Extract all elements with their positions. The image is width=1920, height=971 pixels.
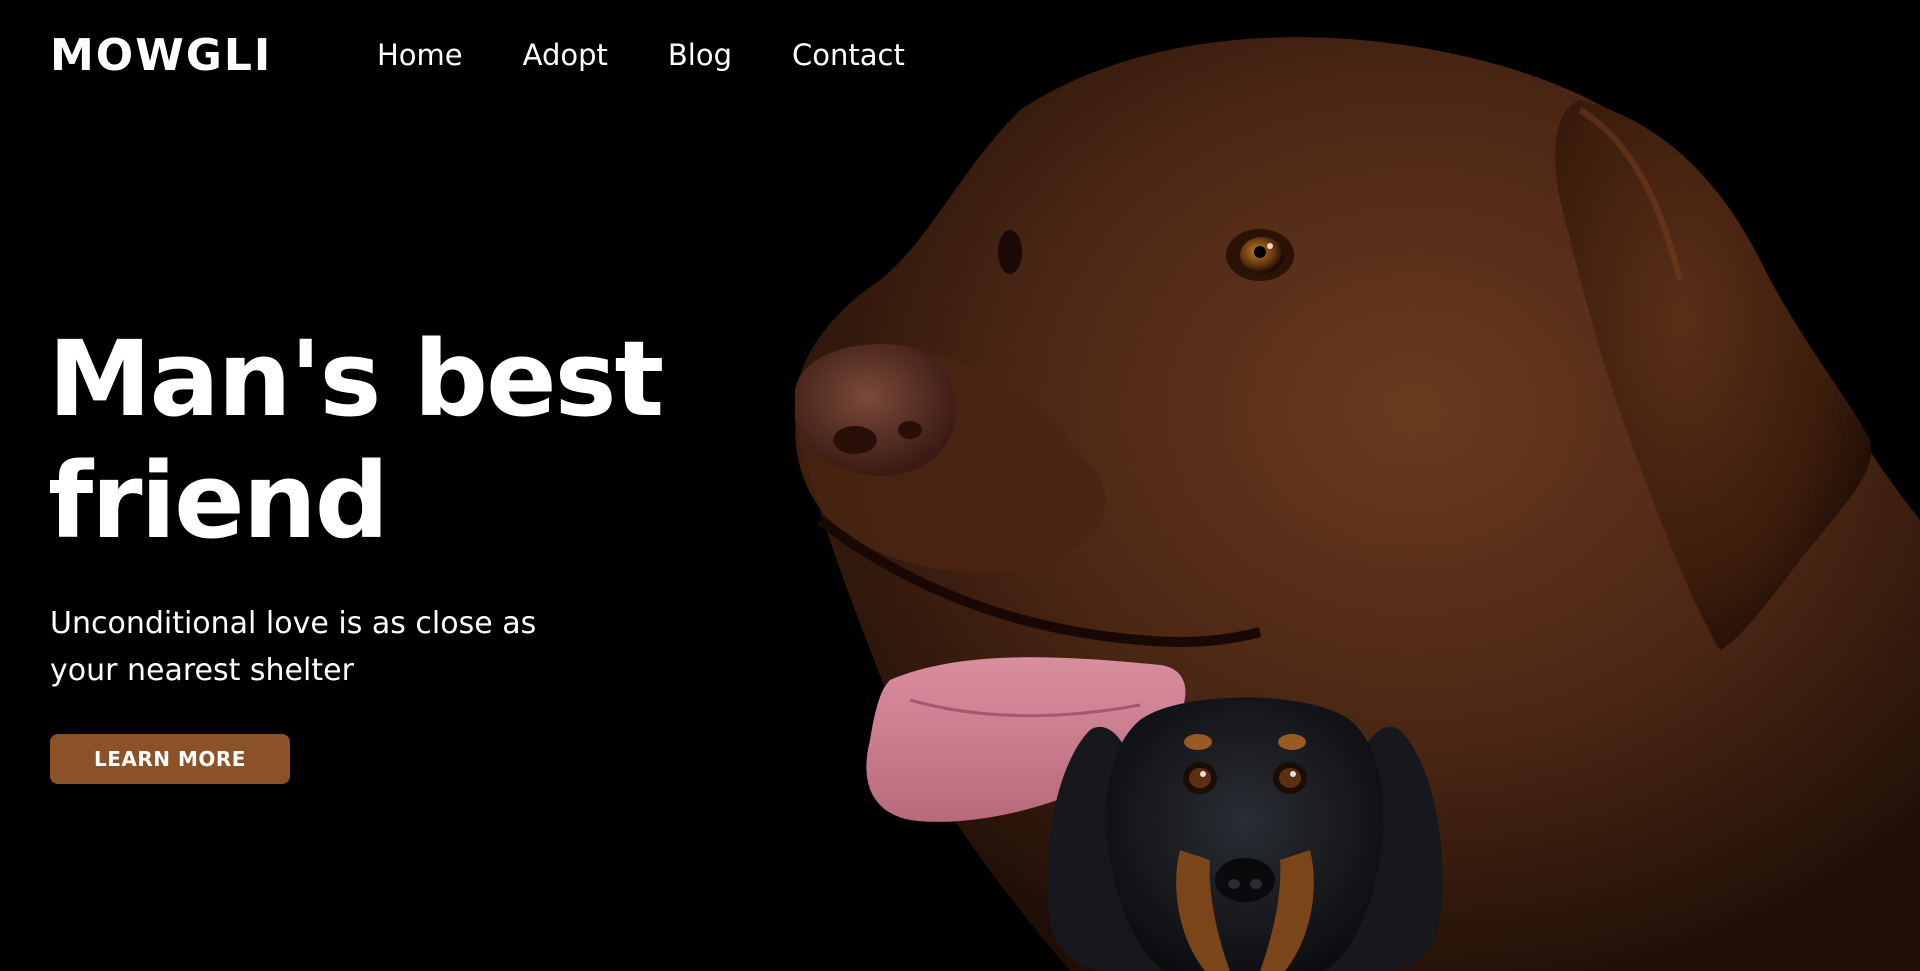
site-logo[interactable]: MOWGLI (50, 30, 272, 82)
dogs-image (794, 37, 1920, 971)
hero-subtitle-line-1: Unconditional love is as close as (50, 606, 537, 641)
hero-title: Man's best friend (48, 318, 748, 562)
hero-title-line-2: friend (48, 440, 389, 562)
landing-page: MOWGLI Home Adopt Blog Contact Man's bes… (0, 0, 1920, 971)
dachshund-dog (1047, 697, 1443, 971)
hero-subtitle: Unconditional love is as close as your n… (50, 600, 610, 694)
hero-title-line-1: Man's best (48, 318, 664, 440)
nav-link-home[interactable]: Home (377, 36, 463, 74)
hero-subtitle-line-2: your nearest shelter (50, 653, 354, 688)
learn-more-button[interactable]: LEARN MORE (50, 734, 290, 784)
nav-link-adopt[interactable]: Adopt (523, 36, 608, 74)
nav-link-blog[interactable]: Blog (668, 36, 732, 74)
